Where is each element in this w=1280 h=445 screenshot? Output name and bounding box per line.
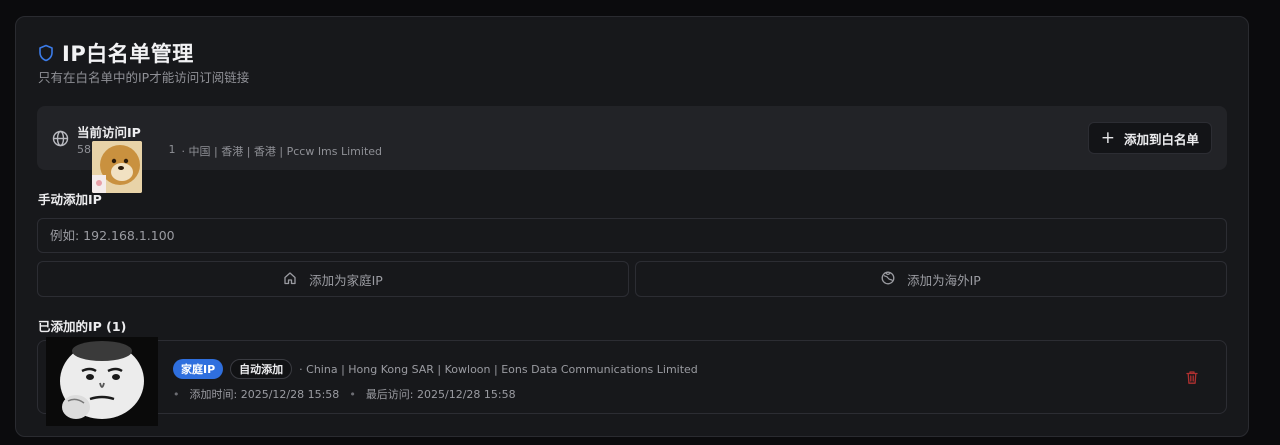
doge-sticker-image xyxy=(92,141,142,193)
ip-location: · China | Hong Kong SAR | Kowloon | Eons… xyxy=(299,362,698,376)
separator-dot: • xyxy=(173,387,180,401)
plus-icon: + xyxy=(1100,127,1115,148)
add-home-ip-label: 添加为家庭IP xyxy=(309,272,383,288)
add-to-whitelist-label: 添加到白名单 xyxy=(1123,131,1199,147)
add-overseas-ip-label: 添加为海外IP xyxy=(907,272,981,288)
globe-icon xyxy=(52,130,69,151)
ip-input[interactable] xyxy=(37,218,1227,253)
page-title: IP白名单管理 xyxy=(62,42,194,66)
trash-icon[interactable] xyxy=(1185,370,1199,389)
separator-dot: • xyxy=(349,387,356,401)
current-ip-panel: 当前访问IP 58. 1 · 中国 | 香港 | 香港 | Pccw Ims L… xyxy=(37,106,1227,170)
add-to-whitelist-button[interactable]: + 添加到白名单 xyxy=(1087,122,1212,154)
added-ips-label: 已添加的IP (1) xyxy=(38,319,127,334)
added-time: 添加时间: 2025/12/28 15:58 xyxy=(189,388,340,401)
current-ip-location: · 中国 | 香港 | 香港 | Pccw Ims Limited xyxy=(181,145,383,158)
ip-row-tags: 家庭IP 自动添加 · China | Hong Kong SAR | Kowl… xyxy=(173,359,698,379)
ip-row-times: • 添加时间: 2025/12/28 15:58 • 最后访问: 2025/12… xyxy=(173,386,516,402)
header: IP白名单管理 xyxy=(38,38,194,68)
status-badge-source: 自动添加 xyxy=(230,359,293,379)
manual-add-label: 手动添加IP xyxy=(38,192,102,207)
globe-grid-icon xyxy=(881,271,895,288)
add-overseas-ip-button[interactable]: 添加为海外IP xyxy=(635,261,1227,297)
last-visit-time: 最后访问: 2025/12/28 15:58 xyxy=(365,388,516,401)
meme-face-sticker-image xyxy=(46,337,158,426)
shield-icon xyxy=(38,44,54,62)
page-subtitle: 只有在白名单中的IP才能访问订阅链接 xyxy=(38,70,250,85)
list-item: 家庭IP 自动添加 · China | Hong Kong SAR | Kowl… xyxy=(37,340,1227,414)
home-icon xyxy=(283,271,297,288)
current-ip-label: 当前访问IP xyxy=(77,125,141,140)
status-badge-type: 家庭IP xyxy=(173,359,224,379)
add-home-ip-button[interactable]: 添加为家庭IP xyxy=(37,261,629,297)
current-ip-suffix: 1 xyxy=(168,143,176,156)
